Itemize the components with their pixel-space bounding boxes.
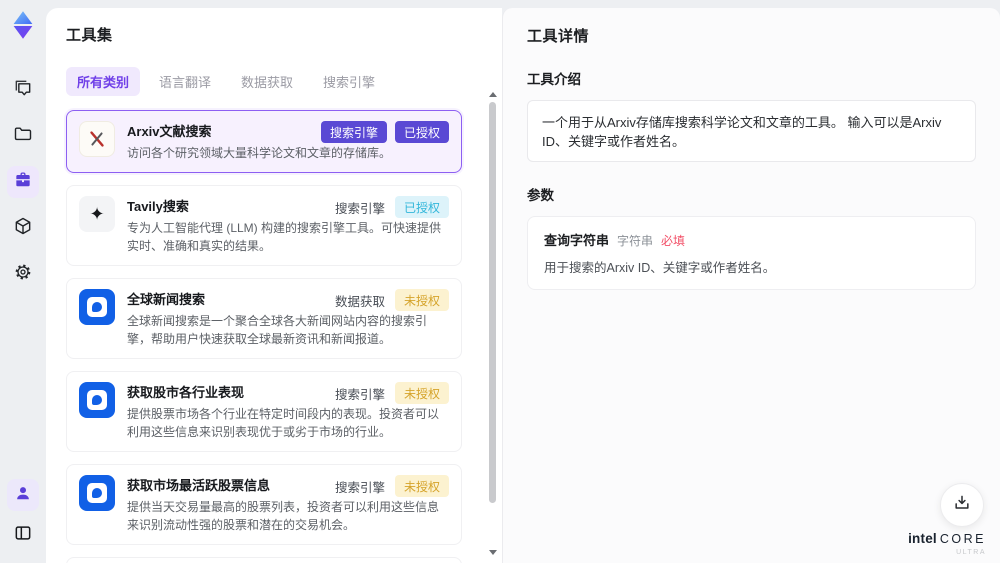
category-tabs: 所有类别 语言翻译 数据获取 搜索引擎 [66,67,476,96]
gear-icon [13,262,33,287]
tool-description: 提供股票市场各个行业在特定时间段内的表现。投资者可以利用这些信息来识别表现优于或… [127,407,440,439]
param-description: 用于搜索的Arxiv ID、关键字或作者姓名。 [544,261,776,275]
tool-description: 访问各个研究领域大量科学论文和文章的存储库。 [127,146,392,160]
news-app-icon [79,289,115,325]
sidebar-item-models[interactable] [7,212,39,244]
chat-icon [13,78,33,103]
app-logo[interactable] [8,10,38,40]
tab-all-categories[interactable]: 所有类别 [66,67,141,96]
sidebar-item-chat[interactable] [7,74,39,106]
list-scrollbar[interactable] [488,92,497,555]
category-label: 搜索引擎 [334,480,385,495]
tavily-star-icon: ✦ [79,196,115,232]
user-icon [13,483,33,508]
intro-heading: 工具介绍 [527,72,581,87]
download-icon [952,493,972,518]
tab-language-translation[interactable]: 语言翻译 [148,67,222,96]
tool-description: 全球新闻搜索是一个聚合全球各大新闻网站内容的搜索引擎，帮助用户快速获取全球最新资… [127,314,428,346]
ultra-sublabel: ULTRA [956,549,986,556]
core-wordmark: CORE [939,532,986,546]
folder-icon [13,124,33,149]
param-card: 查询字符串 字符串 必填 用于搜索的Arxiv ID、关键字或作者姓名。 [527,216,976,290]
tool-card-sector-performance[interactable]: 获取股市各行业表现 提供股票市场各个行业在特定时间段内的表现。投资者可以利用这些… [66,371,462,452]
scroll-down-arrow[interactable] [488,550,497,555]
tab-data-fetch[interactable]: 数据获取 [230,67,304,96]
detail-title: 工具详情 [527,28,590,45]
sidebar-item-settings[interactable] [7,258,39,290]
tool-card-most-active-stocks[interactable]: 获取市场最活跃股票信息 提供当天交易量最高的股票列表，投资者可以利用这些信息来识… [66,464,462,545]
tool-description: 专为人工智能代理 (LLM) 构建的搜索引擎工具。可快速提供实时、准确和真实的结… [127,221,442,253]
tool-card-global-news[interactable]: 全球新闻搜索 全球新闻搜索是一个聚合全球各大新闻网站内容的搜索引擎，帮助用户快速… [66,278,462,359]
auth-status-badge: 已授权 [394,121,449,143]
scroll-up-arrow[interactable] [488,92,497,97]
param-name: 查询字符串 [544,233,610,248]
auth-status-badge: 未授权 [394,289,449,311]
category-label: 数据获取 [334,294,385,309]
param-type: 字符串 [617,234,654,248]
tool-list-panel: 工具集 所有类别 语言翻译 数据获取 搜索引擎 Arxiv文献搜索 访问各个研究… [46,8,502,563]
intel-wordmark: intel [908,531,937,546]
intro-text: 一个用于从Arxiv存储库搜索科学论文和文章的工具。 输入可以是Arxiv ID… [527,100,976,162]
sidebar-item-layout-toggle[interactable] [7,519,39,551]
param-required-flag: 必填 [661,234,686,248]
sidebar-item-files[interactable] [7,120,39,152]
category-label: 搜索引擎 [334,201,385,216]
stock-app-icon [79,382,115,418]
sidebar-item-account[interactable] [7,479,39,511]
toolbox-icon [13,170,33,195]
download-button[interactable] [940,483,984,527]
sidebar-item-tools[interactable] [7,166,39,198]
tab-search-engine[interactable]: 搜索引擎 [312,67,386,96]
app-rail [0,0,46,563]
tool-card-tavily[interactable]: ✦ Tavily搜索 专为人工智能代理 (LLM) 构建的搜索引擎工具。可快速提… [66,185,462,266]
auth-status-badge: 已授权 [394,196,449,218]
layout-toggle-icon [13,523,33,548]
intel-core-logo: intel CORE ULTRA [908,531,986,556]
category-label: 搜索引擎 [334,387,385,402]
auth-status-badge: 未授权 [394,475,449,497]
tool-card-arxiv[interactable]: Arxiv文献搜索 访问各个研究领域大量科学论文和文章的存储库。 搜索引擎 已授… [66,110,462,173]
stock-app-icon [79,475,115,511]
tool-description: 提供当天交易量最高的股票列表，投资者可以利用这些信息来识别流动性强的股票和潜在的… [127,500,440,532]
page-title: 工具集 [66,27,113,44]
cube-icon [13,216,33,241]
tool-detail-panel: 工具详情 工具介绍 一个用于从Arxiv存储库搜索科学论文和文章的工具。 输入可… [502,8,1000,563]
tool-card-regional-news[interactable]: 万维地区新闻查询 查询具体行政区划内的新闻，快速了解各地新闻动 搜索引擎 未授权 [66,557,462,563]
tool-list: Arxiv文献搜索 访问各个研究领域大量科学论文和文章的存储库。 搜索引擎 已授… [66,110,476,563]
params-heading: 参数 [527,188,554,203]
category-badge: 搜索引擎 [320,121,387,143]
scrollbar-thumb[interactable] [489,102,496,503]
auth-status-badge: 未授权 [394,382,449,404]
arxiv-logo-icon [79,121,115,157]
